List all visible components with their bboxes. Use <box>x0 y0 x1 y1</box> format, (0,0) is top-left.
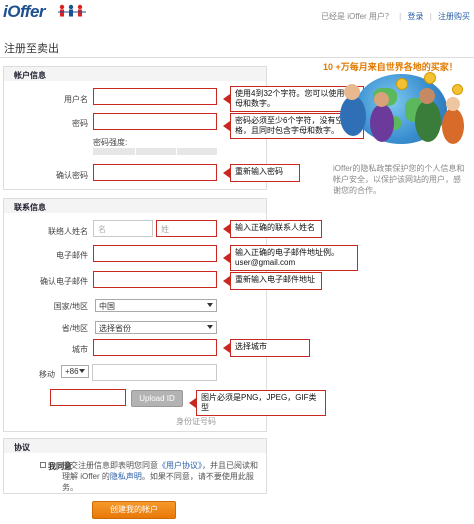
confirm-email-label: 确认电子邮件 <box>40 277 88 286</box>
password-label: 密码 <box>72 119 88 128</box>
tip-arrow-icon <box>223 343 230 353</box>
chevron-down-icon <box>207 303 213 307</box>
name-tip-text: 输入正确的联系人姓名 <box>235 223 315 232</box>
confirm-email-input[interactable] <box>93 271 217 288</box>
agreement-text-before: 提交注册信息即表明您同意 <box>62 461 158 470</box>
person-avatar-icon <box>415 100 441 142</box>
coin-icon <box>424 72 436 84</box>
confirm-email-tip-text: 重新输入电子邮件地址 <box>235 275 315 284</box>
promo-title: 10 +万每月来自世界各地的买家！ <box>323 62 458 72</box>
agree-checkbox[interactable] <box>40 462 46 468</box>
strength-bar-medium <box>136 148 176 155</box>
first-name-input[interactable]: 名 <box>93 220 153 237</box>
email-label: 电子邮件 <box>56 251 88 260</box>
mobile-code-select[interactable]: +86 <box>61 365 89 378</box>
separator: | <box>429 12 432 21</box>
already-user-text: 已经是 iOffer 用户？ <box>321 12 393 21</box>
tip-arrow-icon <box>223 94 230 104</box>
email-input[interactable] <box>93 245 217 262</box>
tip-arrow-icon <box>223 276 230 286</box>
mobile-code-value: +86 <box>65 367 79 376</box>
upload-tip: 图片必须是PNG，JPEG，GIF类型 <box>189 390 326 416</box>
person-avatar-icon <box>370 104 394 142</box>
mobile-label: 移动 <box>39 370 55 379</box>
username-input[interactable] <box>93 88 217 105</box>
person-avatar-icon <box>442 108 464 144</box>
coin-icon <box>452 84 463 95</box>
strength-bar-weak <box>93 148 135 155</box>
tip-arrow-icon <box>223 224 230 234</box>
account-section-title: 帐户信息 <box>4 67 266 81</box>
contact-name-label: 联络人姓名 <box>48 227 88 236</box>
tip-arrow-icon <box>189 398 196 408</box>
confirm-password-input[interactable] <box>93 164 217 181</box>
upload-id-button[interactable]: Upload ID <box>131 390 183 407</box>
city-tip-text: 选择城市 <box>235 342 267 351</box>
confirm-password-label: 确认密码 <box>56 171 88 180</box>
username-label: 用户名 <box>64 95 88 104</box>
page-title: 注册至卖出 <box>4 43 59 55</box>
name-tip: 输入正确的联系人姓名 <box>223 220 322 238</box>
city-label: 城市 <box>72 345 88 354</box>
person-head-icon <box>446 97 460 111</box>
province-value: 选择省份 <box>99 324 131 333</box>
city-tip: 选择城市 <box>223 339 310 357</box>
province-select[interactable]: 选择省份 <box>95 321 217 334</box>
chevron-down-icon <box>207 325 213 329</box>
contact-section-title: 联系信息 <box>4 199 266 213</box>
confirm-email-tip: 重新输入电子邮件地址 <box>223 272 322 290</box>
top-links: 已经是 iOffer 用户？ | 登录 | 注册购买 <box>321 11 470 22</box>
upload-tip-text: 图片必须是PNG，JPEG，GIF类型 <box>201 393 317 412</box>
username-tip-text: 使用4到32个字符。您可以使用字母和数字。 <box>235 89 353 108</box>
tip-arrow-icon <box>223 168 230 178</box>
email-tip-line1: 输入正确的电子邮件地址例。 <box>235 248 339 257</box>
strength-bar-strong <box>177 148 217 155</box>
confirm-password-tip: 重新输入密码 <box>223 164 300 182</box>
promo-text: iOffer的隐私政策保护您的个人信息和帐户安全，以保护该网站的用户，感谢您的合… <box>333 164 465 195</box>
tip-arrow-icon <box>223 253 230 263</box>
province-label: 省/地区 <box>61 324 88 333</box>
last-name-placeholder: 姓 <box>161 225 169 234</box>
tip-arrow-icon <box>223 121 230 131</box>
person-head-icon <box>419 88 435 104</box>
password-input[interactable] <box>93 113 217 130</box>
user-agreement-link[interactable]: 《用户协议》 <box>158 461 202 470</box>
login-link[interactable]: 登录 <box>407 12 423 21</box>
city-input[interactable] <box>93 339 217 356</box>
last-name-input[interactable]: 姓 <box>156 220 217 237</box>
create-account-button[interactable]: 创建我的帐户 <box>92 501 176 519</box>
id-number-caption: 身份证号码 <box>176 417 216 426</box>
confirm-password-tip-text: 重新输入密码 <box>235 167 283 176</box>
chevron-down-icon <box>79 369 85 373</box>
mobile-input[interactable] <box>92 364 217 381</box>
email-tip: 输入正确的电子邮件地址例。 user@gmail.com <box>223 245 358 271</box>
register-buy-link[interactable]: 注册购买 <box>438 12 470 21</box>
country-select[interactable]: 中国 <box>95 299 217 312</box>
people-logo-icon <box>58 4 86 17</box>
separator: | <box>399 12 402 21</box>
country-value: 中国 <box>99 302 115 311</box>
agreement-text: 提交注册信息即表明您同意《用户协议》，并且已阅读和理解 iOffer 的隐私声明… <box>62 460 260 493</box>
password-tip-text: 密码必须至少6个字符，没有空格，且同时包含字母和数字。 <box>235 116 344 135</box>
country-label: 国家/地区 <box>53 302 88 311</box>
person-head-icon <box>374 92 389 107</box>
person-avatar-icon <box>340 96 366 136</box>
top-bar: iOffer 已经是 iOffer 用户？ | 登录 | 注册购买 <box>0 0 474 30</box>
privacy-link[interactable]: 隐私声明 <box>110 472 142 481</box>
email-tip-line2: user@gmail.com <box>235 258 296 267</box>
divider <box>0 57 474 58</box>
first-name-placeholder: 名 <box>98 225 106 234</box>
id-number-input[interactable] <box>50 389 126 406</box>
person-head-icon <box>344 84 360 100</box>
coin-icon <box>396 78 408 90</box>
ioffer-logo[interactable]: iOffer <box>3 2 46 22</box>
password-strength-label: 密码强度: <box>93 138 128 147</box>
agreement-section-title: 协议 <box>4 439 266 453</box>
